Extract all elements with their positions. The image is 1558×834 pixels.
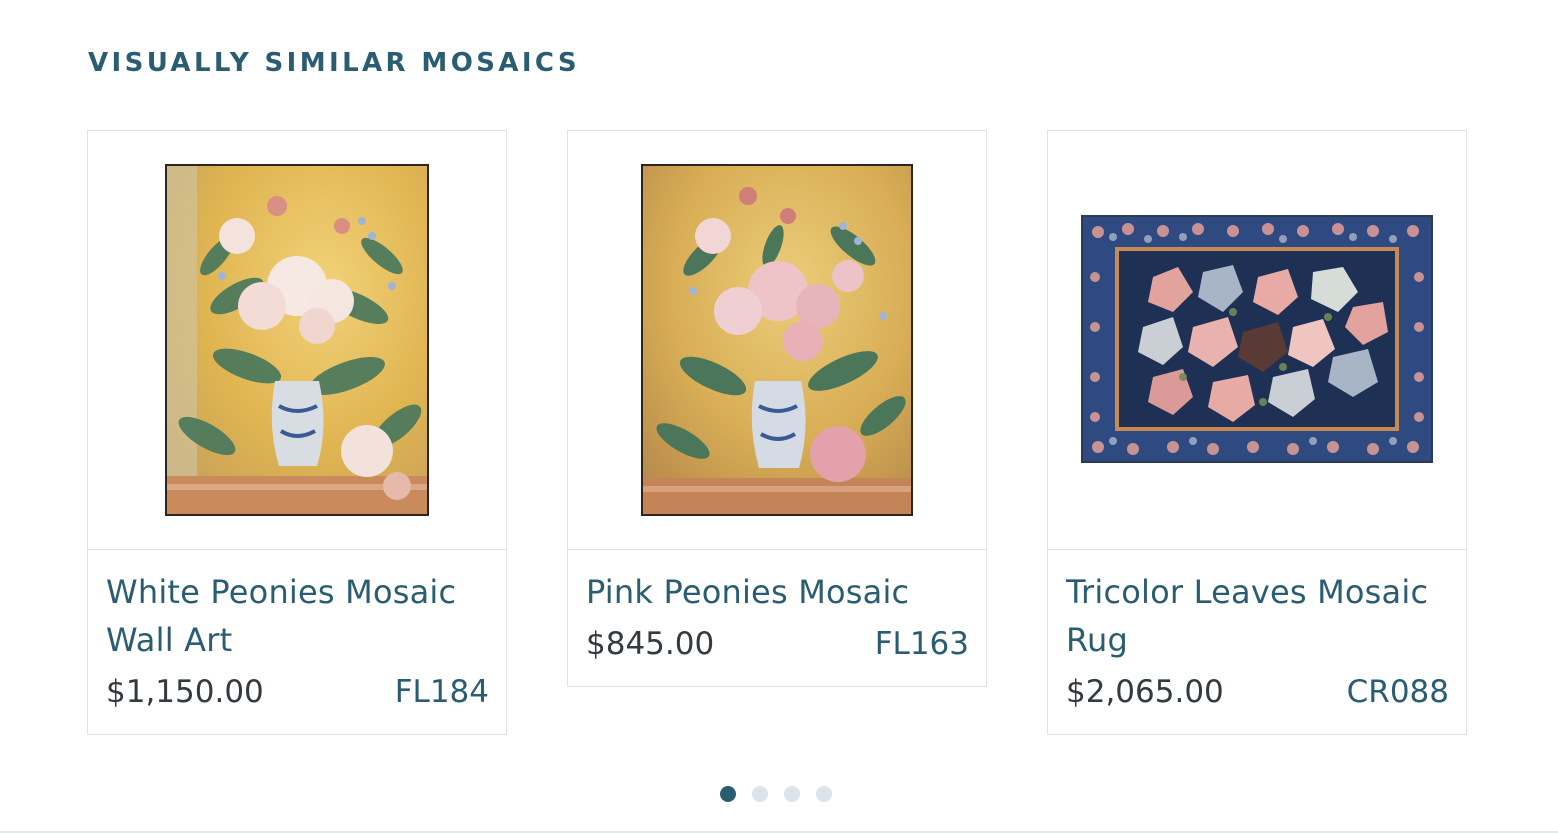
product-price: $845.00 xyxy=(586,626,715,662)
product-card[interactable]: Pink Peonies Mosaic $845.00 FL163 xyxy=(567,130,987,687)
carousel-dot-2[interactable] xyxy=(752,786,768,802)
product-info: Tricolor Leaves Mosaic Rug $2,065.00 CR0… xyxy=(1047,550,1467,735)
product-card[interactable]: White Peonies Mosaic Wall Art $1,150.00 … xyxy=(87,130,507,735)
section-divider xyxy=(0,831,1558,833)
product-name[interactable]: Tricolor Leaves Mosaic Rug xyxy=(1066,568,1449,664)
similar-mosaics-section: VISUALLY SIMILAR MOSAICS White Peonies M… xyxy=(0,0,1558,834)
product-sku: CR088 xyxy=(1346,674,1449,710)
carousel-dot-1[interactable] xyxy=(720,786,736,802)
product-meta: $2,065.00 CR088 xyxy=(1066,672,1449,712)
product-info: Pink Peonies Mosaic $845.00 FL163 xyxy=(567,550,987,687)
product-meta: $845.00 FL163 xyxy=(586,624,969,664)
product-image-container[interactable] xyxy=(567,130,987,550)
carousel-pagination xyxy=(720,786,832,802)
carousel-dot-3[interactable] xyxy=(784,786,800,802)
product-image[interactable] xyxy=(641,164,913,516)
product-meta: $1,150.00 FL184 xyxy=(106,672,489,712)
product-sku: FL184 xyxy=(394,674,489,710)
section-title: VISUALLY SIMILAR MOSAICS xyxy=(88,48,581,78)
carousel-dot-4[interactable] xyxy=(816,786,832,802)
product-image[interactable] xyxy=(165,164,429,516)
product-info: White Peonies Mosaic Wall Art $1,150.00 … xyxy=(87,550,507,735)
product-image-container[interactable] xyxy=(1047,130,1467,550)
product-name[interactable]: Pink Peonies Mosaic xyxy=(586,568,969,616)
product-price: $2,065.00 xyxy=(1066,674,1224,710)
product-price: $1,150.00 xyxy=(106,674,264,710)
product-image[interactable] xyxy=(1081,215,1433,463)
product-image-container[interactable] xyxy=(87,130,507,550)
product-sku: FL163 xyxy=(874,626,969,662)
product-name[interactable]: White Peonies Mosaic Wall Art xyxy=(106,568,489,664)
product-card[interactable]: Tricolor Leaves Mosaic Rug $2,065.00 CR0… xyxy=(1047,130,1467,735)
